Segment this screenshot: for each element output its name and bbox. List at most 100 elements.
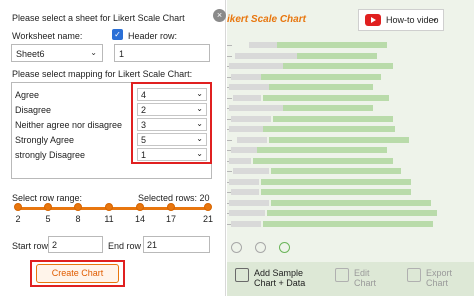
preview-bar <box>229 199 269 206</box>
preview-bar <box>277 42 337 48</box>
preview-bar <box>283 105 373 111</box>
preview-bar <box>327 147 387 153</box>
preview-bar <box>257 147 327 153</box>
preview-bar <box>237 136 267 143</box>
neutral-face-icon <box>255 242 266 253</box>
slider-knob-end[interactable] <box>204 203 212 211</box>
preview-bar <box>231 220 261 227</box>
preview-bar <box>261 189 341 195</box>
mapping-label: Strongly Agree <box>15 135 75 145</box>
selected-rows-text: Selected rows: 20 <box>138 193 210 203</box>
slider-dot <box>167 203 175 211</box>
preview-bar <box>331 178 411 185</box>
preview-bar <box>373 220 433 227</box>
mapping-label: Neither agree nor disagree <box>15 120 123 130</box>
slider-tick-label: 5 <box>45 214 51 224</box>
start-row-label: Start row <box>12 241 49 251</box>
youtube-icon <box>365 14 381 26</box>
preview-bar <box>231 147 257 153</box>
sad-face-icon <box>231 242 242 253</box>
preview-bar <box>309 94 389 101</box>
edit-chart-label: Edit Chart <box>354 268 377 288</box>
preview-bar <box>323 126 395 132</box>
preview-bar <box>297 52 377 59</box>
slider-knob-start[interactable] <box>14 203 22 211</box>
slider-dot <box>44 203 52 211</box>
preview-bar <box>233 168 269 174</box>
edit-chart-icon <box>335 268 349 282</box>
mapping-label: Disagree <box>15 105 52 115</box>
close-icon[interactable]: × <box>213 9 226 22</box>
create-chart-button[interactable]: Create Chart <box>36 264 119 283</box>
slider-tick-label: 11 <box>104 214 114 224</box>
preview-bar <box>271 199 361 206</box>
howto-video-button[interactable]: How-to video ⌄ <box>358 9 444 31</box>
end-row-input[interactable]: 21 <box>143 236 210 253</box>
slider-tick-label: 21 <box>202 214 213 224</box>
preview-bar <box>263 220 373 227</box>
export-chart-label: Export Chart <box>426 268 453 288</box>
preview-bar <box>273 115 323 122</box>
slider-dot <box>136 203 144 211</box>
happy-face-icon <box>279 242 290 253</box>
preview-bar <box>331 168 401 174</box>
start-row-value: 2 <box>52 240 58 250</box>
start-row-input[interactable]: 2 <box>48 236 103 253</box>
worksheet-value: Sheet6 <box>16 49 45 59</box>
chevron-down-icon: ⌄ <box>90 48 97 57</box>
header-row-value: 1 <box>119 49 125 59</box>
preview-bar <box>341 189 411 195</box>
preview-bar <box>329 136 409 143</box>
worksheet-label: Worksheet name: <box>12 31 83 41</box>
chart-preview-panel: ikert Scale Chart How-to video ⌄ Add Sam… <box>227 0 474 296</box>
preview-bar <box>269 84 313 90</box>
preview-bar <box>263 94 309 101</box>
preview-bar <box>229 105 253 111</box>
preview-bar <box>261 73 311 80</box>
preview-bar <box>229 84 269 90</box>
preview-bar <box>253 105 283 111</box>
preview-bar <box>247 63 283 69</box>
preview-bar <box>283 63 353 69</box>
preview-bar <box>233 94 261 101</box>
worksheet-select[interactable]: Sheet6 ⌄ <box>11 44 103 62</box>
preview-bar <box>231 73 261 80</box>
preview-bar <box>337 42 387 48</box>
preview-bar <box>229 210 265 216</box>
preview-bar <box>271 168 331 174</box>
header-row-checkbox[interactable]: ✓ <box>112 29 123 40</box>
preview-axis-tick <box>227 55 232 57</box>
slider-tick-label: 2 <box>15 214 21 224</box>
preview-bar <box>229 126 263 132</box>
slider-tick-label: 8 <box>75 214 81 224</box>
end-row-value: 21 <box>147 240 158 250</box>
preview-bar <box>323 115 393 122</box>
preview-axis-tick <box>227 139 232 141</box>
preview-bar <box>249 42 277 48</box>
mapping-highlight <box>131 82 212 164</box>
preview-bar <box>231 189 259 195</box>
preview-bar <box>261 178 331 185</box>
preview-bar <box>235 52 257 59</box>
preview-bar <box>229 157 251 164</box>
mapping-label: Agree <box>15 90 40 100</box>
add-sample-label: Add Sample Chart + Data <box>254 268 306 288</box>
preview-axis-tick <box>227 45 232 46</box>
preview-bar <box>313 84 373 90</box>
export-chart-icon <box>407 268 421 282</box>
preview-axis-tick <box>227 171 232 172</box>
preview-bar <box>229 63 247 69</box>
mapping-label: strongly Disagree <box>15 150 86 160</box>
mapping-prompt: Please select mapping for Likert Scale C… <box>12 69 193 79</box>
end-row-label: End row <box>108 241 142 251</box>
preview-bar <box>263 126 323 132</box>
preview-bar <box>267 210 357 216</box>
preview-bar <box>357 210 437 216</box>
preview-chart <box>227 38 451 238</box>
slider-tick-label: 14 <box>134 214 145 224</box>
likert-dialog: × Please select a sheet for Likert Scale… <box>0 0 226 296</box>
slider-dot <box>74 203 82 211</box>
preview-bar <box>257 52 297 59</box>
header-row-label: Header row: <box>128 31 178 41</box>
header-row-input[interactable]: 1 <box>114 44 210 62</box>
